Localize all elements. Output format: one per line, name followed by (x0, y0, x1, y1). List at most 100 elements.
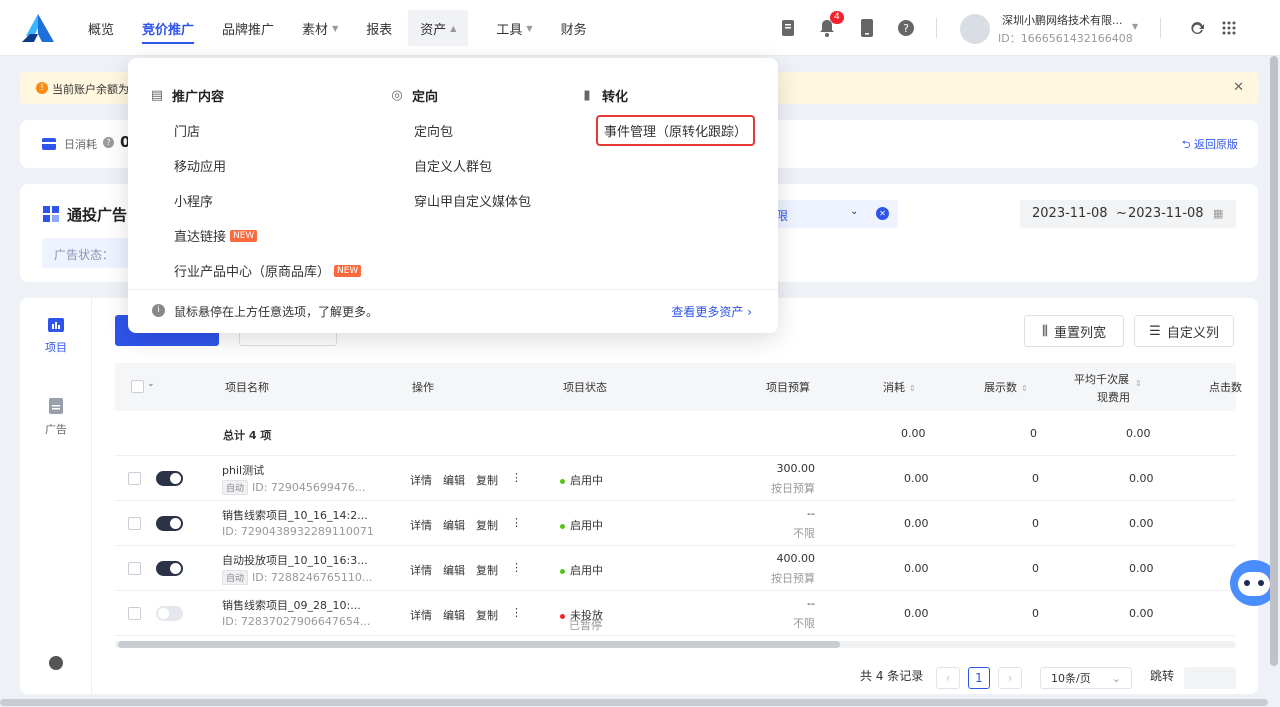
menu-item-label: 门店 (174, 125, 201, 140)
refresh-icon[interactable] (1187, 18, 1207, 38)
menu-item[interactable]: 穿山甲自定义媒体包 (414, 191, 531, 210)
list-icon: ☰ (1149, 323, 1161, 339)
select-all-checkbox[interactable] (131, 380, 144, 393)
row-checkbox[interactable] (128, 472, 141, 485)
row-checkbox[interactable] (128, 517, 141, 530)
page-horizontal-scrollbar[interactable] (0, 699, 1268, 706)
help-icon[interactable]: ? (896, 18, 916, 38)
calendar-icon: ▦ (1213, 207, 1224, 220)
detail-link[interactable]: 详情 (410, 562, 432, 578)
nav-report[interactable]: 报表 (366, 0, 392, 56)
logo-icon[interactable] (22, 14, 54, 42)
help-icon[interactable]: ? (103, 137, 114, 148)
chevron-down-icon[interactable]: ⌄ (147, 379, 155, 389)
nav-assets[interactable]: 资产 ▲ (408, 10, 469, 46)
jump-input[interactable] (1184, 667, 1236, 689)
col-cost[interactable]: 消耗 ⇕ (883, 379, 916, 395)
more-icon[interactable]: ⋮ (511, 516, 522, 529)
project-name[interactable]: 销售线索项目_09_28_10:... (222, 597, 361, 613)
compass-icon[interactable] (49, 656, 63, 670)
reset-width-button[interactable]: ⫼ 重置列宽 (1024, 315, 1124, 347)
chevron-down-icon: ⌄ (1111, 671, 1121, 685)
chevron-down-icon: ⌄ (850, 206, 859, 217)
vertical-scrollbar[interactable] (1270, 56, 1278, 666)
clear-icon[interactable]: ✕ (876, 207, 889, 220)
nav-bidding[interactable]: 竞价推广 (142, 0, 195, 56)
copy-link[interactable]: 复制 (476, 472, 498, 488)
budget-type: 不限 (793, 617, 815, 630)
menu-item[interactable]: 自定义人群包 (414, 156, 531, 175)
status-dot (560, 568, 565, 574)
return-original-link[interactable]: ⮌ 返回原版 (1182, 136, 1238, 155)
next-page-button[interactable]: › (998, 667, 1022, 689)
status-dot (560, 478, 565, 484)
notification-badge: 4 (830, 11, 844, 24)
page-1[interactable]: 1 (968, 667, 990, 689)
budget-value: 300.00 (776, 462, 816, 475)
nav-tools[interactable]: 工具 ▼ (496, 0, 532, 56)
apps-grid-icon[interactable] (1219, 18, 1239, 38)
account-name: 深圳小鹏网络技术有限... (1002, 14, 1123, 27)
menu-item[interactable]: 小程序 (174, 191, 361, 210)
project-id: ID: 7290438932289110071 (222, 525, 374, 538)
more-icon[interactable]: ⋮ (511, 471, 522, 484)
prev-page-button[interactable]: ‹ (936, 667, 960, 689)
col-budget: 项目预算 (766, 381, 810, 394)
cost-value: 0.00 (904, 607, 929, 620)
sidebar-item-project[interactable]: 项目 (20, 318, 92, 355)
menu-item[interactable]: 行业产品中心（原商品库） NEW (174, 261, 362, 280)
row-checkbox[interactable] (128, 562, 141, 575)
row-checkbox[interactable] (128, 607, 141, 620)
ad-status-filter[interactable]: 广告状态： (42, 238, 132, 268)
edit-link[interactable]: 编辑 (443, 517, 465, 533)
menu-item[interactable]: 定向包 (414, 121, 531, 140)
detail-link[interactable]: 详情 (410, 607, 432, 623)
nav-brand[interactable]: 品牌推广 (222, 0, 274, 56)
detail-link[interactable]: 详情 (410, 472, 432, 488)
detail-link[interactable]: 详情 (410, 517, 432, 533)
status-toggle[interactable] (156, 606, 183, 621)
close-icon[interactable]: ✕ (1233, 80, 1244, 95)
impressions-value: 0 (1032, 472, 1039, 485)
edit-link[interactable]: 编辑 (443, 472, 465, 488)
col-clicks: 点击数 (1209, 381, 1242, 394)
menu-item[interactable]: 门店 (174, 121, 361, 140)
menu-item-event-management[interactable]: 事件管理（原转化跟踪） (596, 115, 756, 146)
total-cpm: 0.00 (1126, 427, 1151, 440)
col-title: 转化 (602, 90, 629, 105)
date-end: 2023-11-08 (1128, 206, 1204, 221)
date-range-picker[interactable]: 2023-11-08 ~ 2023-11-08 ▦ (1020, 200, 1236, 228)
view-more-assets-link[interactable]: 查看更多资产 › (671, 303, 752, 320)
nav-material[interactable]: 素材 ▼ (302, 0, 338, 56)
status-toggle[interactable] (156, 516, 183, 531)
menu-item[interactable]: 移动应用 (174, 156, 361, 175)
col-impressions[interactable]: 展示数 ⇕ (984, 379, 1028, 395)
select-filter[interactable]: 限 ⌄ ✕ (762, 200, 898, 228)
col-cpm[interactable]: 平均千次展 (1074, 371, 1129, 387)
edit-link[interactable]: 编辑 (443, 562, 465, 578)
project-name[interactable]: phil测试 (222, 462, 264, 478)
sort-icon[interactable]: ⇕ (1135, 379, 1142, 388)
project-name[interactable]: 销售线索项目_10_16_14:2... (222, 507, 368, 523)
more-icon[interactable]: ⋮ (511, 606, 522, 619)
project-name[interactable]: 自动投放项目_10_10_16:3... (222, 552, 368, 568)
scrollbar-thumb[interactable] (118, 641, 840, 648)
document-icon[interactable] (778, 18, 798, 38)
sidebar-item-ad[interactable]: 广告 (20, 398, 92, 437)
nav-finance[interactable]: 财务 (561, 0, 587, 56)
copy-link[interactable]: 复制 (476, 607, 498, 623)
nav-overview[interactable]: 概览 (88, 0, 114, 56)
svg-text:?: ? (903, 22, 909, 35)
status-toggle[interactable] (156, 471, 183, 486)
page-size-select[interactable]: 10条/页 ⌄ (1040, 667, 1132, 689)
menu-item[interactable]: 直达链接 NEW (174, 226, 361, 245)
copy-link[interactable]: 复制 (476, 562, 498, 578)
custom-columns-button[interactable]: ☰ 自定义列 (1134, 315, 1234, 347)
chevron-right-icon: › (743, 305, 752, 319)
status-toggle[interactable] (156, 561, 183, 576)
return-icon: ⮌ (1181, 138, 1194, 151)
copy-link[interactable]: 复制 (476, 517, 498, 533)
edit-link[interactable]: 编辑 (443, 607, 465, 623)
phone-icon[interactable] (857, 18, 877, 38)
more-icon[interactable]: ⋮ (511, 561, 522, 574)
